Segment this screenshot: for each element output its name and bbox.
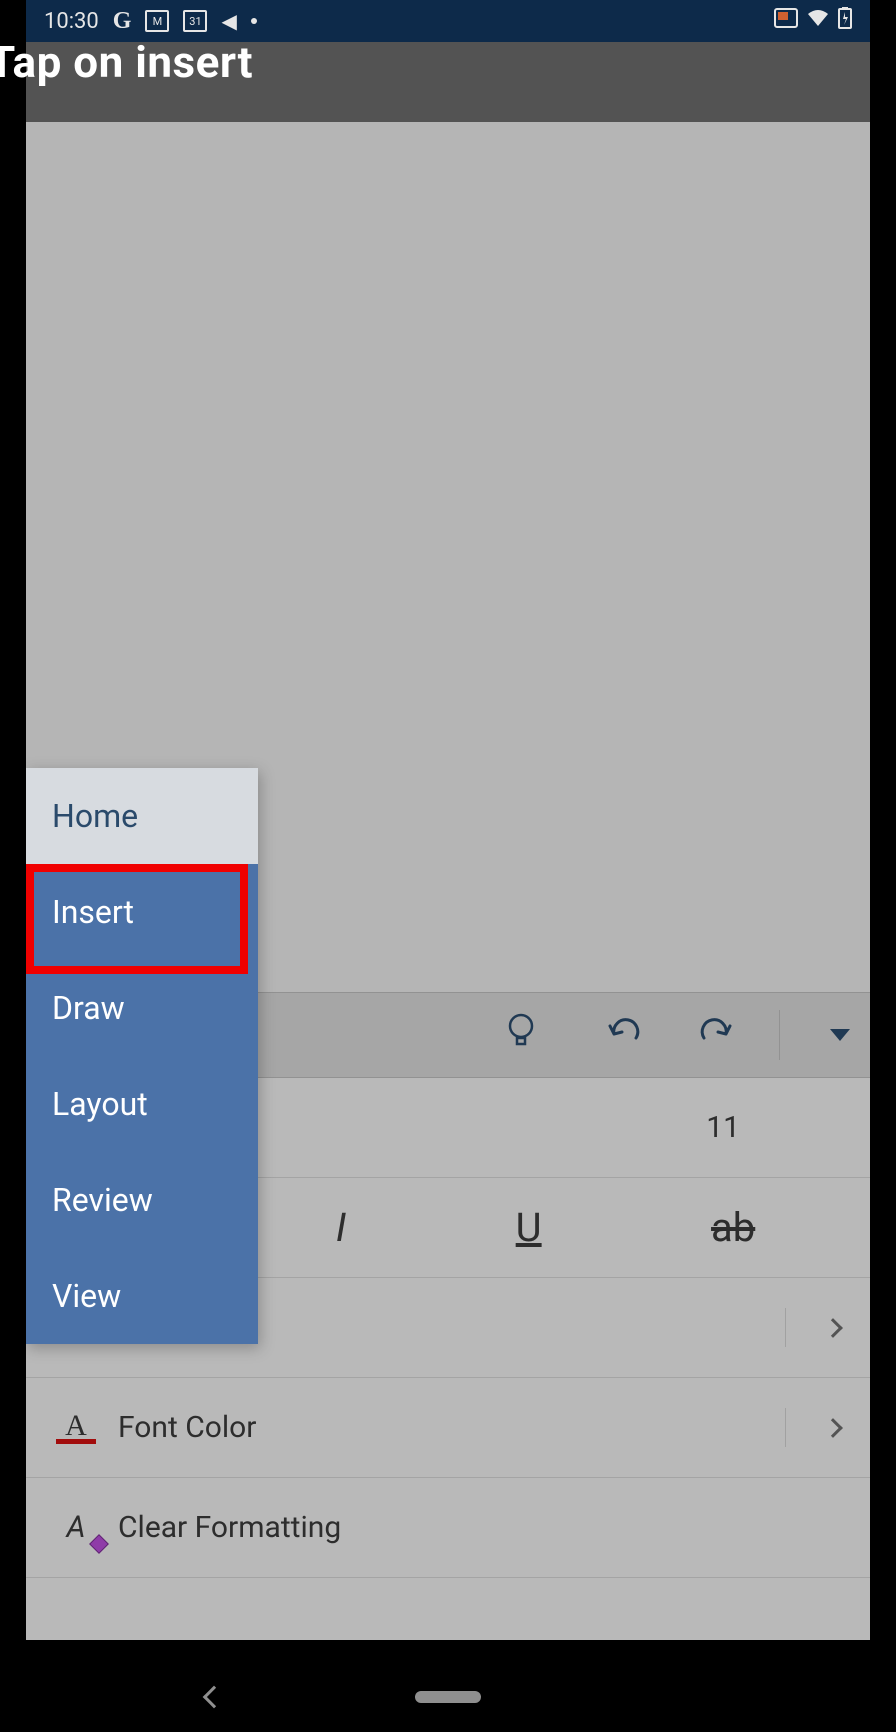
wifi-icon [806, 8, 830, 34]
tabmenu-item-layout[interactable]: Layout [26, 1056, 258, 1152]
google-icon: G [113, 8, 132, 35]
tabmenu-item-insert[interactable]: Insert [26, 864, 258, 960]
status-time: 10:30 [44, 9, 99, 34]
system-nav-bar [26, 1662, 870, 1732]
cast-icon [774, 8, 798, 34]
nav-home-pill[interactable] [415, 1691, 481, 1703]
calendar-icon: 31 [183, 10, 207, 32]
nav-back-icon[interactable] [203, 1686, 226, 1709]
tabmenu-item-review[interactable]: Review [26, 1152, 258, 1248]
gmail-icon: M [145, 10, 169, 32]
device-frame: 10:30 G M 31 ◀ Home [26, 0, 870, 1732]
battery-charging-icon [838, 7, 852, 35]
tabmenu-item-draw[interactable]: Draw [26, 960, 258, 1056]
status-dot-icon [251, 18, 257, 24]
instruction-overlay: Tap on insert [0, 36, 253, 88]
send-icon: ◀ [221, 9, 236, 33]
tabmenu-item-home[interactable]: Home [26, 768, 258, 864]
tabmenu-item-view[interactable]: View [26, 1248, 258, 1344]
ribbon-tab-menu: Home Insert Draw Layout Review View [26, 768, 258, 1344]
